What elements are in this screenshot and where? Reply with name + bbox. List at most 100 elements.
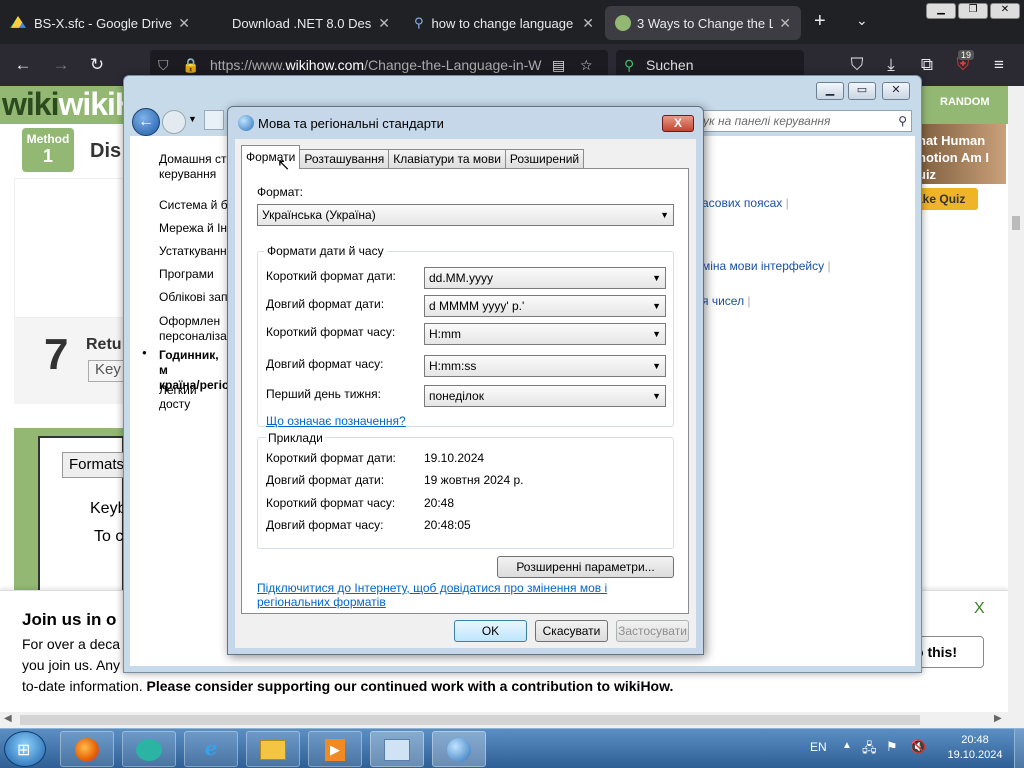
back-arrow-icon[interactable]: ←: [132, 108, 160, 136]
internet-help-link[interactable]: Підключитися до Інтернету, щоб довідатис…: [257, 581, 677, 609]
taskbar-explorer[interactable]: [246, 731, 300, 767]
menu-icon[interactable]: ≡: [986, 52, 1012, 78]
ok-button[interactable]: OK: [454, 620, 527, 642]
scrollbar-thumb[interactable]: [1012, 216, 1020, 230]
close-tab-icon[interactable]: ✕: [378, 15, 390, 32]
mouse-cursor-icon: ↖: [277, 157, 291, 174]
dropdown-arrow-icon: ▼: [652, 361, 661, 371]
current-item-bullet-icon: ●: [142, 348, 147, 357]
sidebar-item-network[interactable]: Мережа й Ін: [159, 221, 227, 235]
sidebar-item-home[interactable]: Домашня ст керування: [159, 152, 226, 182]
browser-tab-wikihow[interactable]: 3 Ways to Change the Lang ✕: [605, 6, 801, 40]
dialog-close-button[interactable]: X: [662, 115, 694, 132]
example-label: Довгий формат дати:: [266, 473, 385, 487]
extensions-icon[interactable]: ⧉: [914, 52, 940, 78]
sidebar-item-hardware[interactable]: Устаткуванн: [159, 244, 227, 258]
minimize-button[interactable]: ▁: [926, 3, 956, 19]
short-time-select[interactable]: H:mm ▼: [424, 323, 666, 345]
short-time-value: H:mm: [429, 327, 461, 341]
short-date-value: dd.MM.yyyy: [429, 271, 494, 285]
sidebar-item-system[interactable]: Система й б: [159, 198, 228, 212]
windows-logo-icon: ⊞: [17, 742, 31, 759]
show-desktop-button[interactable]: [1014, 729, 1024, 768]
taskbar-region-language[interactable]: [432, 731, 486, 767]
close-window-button[interactable]: ✕: [990, 3, 1020, 19]
forward-arrow-icon[interactable]: →: [48, 52, 74, 78]
browser-tab-google-drive[interactable]: BS-X.sfc - Google Drive ✕: [0, 6, 200, 40]
new-tab-icon[interactable]: +: [814, 10, 826, 33]
banner-close-button[interactable]: X: [974, 600, 985, 618]
taskbar-control-panel[interactable]: [370, 731, 424, 767]
cancel-button[interactable]: Скасувати: [535, 620, 608, 642]
browser-tab-search[interactable]: ⚲ how to change language o ✕: [404, 6, 604, 40]
random-link[interactable]: RANDOM: [940, 96, 990, 108]
control-panel-search-input[interactable]: ук на панелі керування ⚲: [698, 110, 912, 132]
language-indicator[interactable]: EN: [810, 740, 827, 754]
close-tab-icon[interactable]: ✕: [779, 15, 791, 32]
tab-location[interactable]: Розташування: [299, 149, 390, 169]
sidebar-item-appearance[interactable]: Оформлен персоналіза: [159, 314, 227, 344]
step-number: 7: [44, 330, 69, 379]
volume-muted-icon[interactable]: 🔇: [910, 739, 926, 755]
taskbar-media[interactable]: ▶: [308, 731, 362, 767]
horizontal-scrollbar[interactable]: ◀ ▶: [0, 712, 1024, 728]
action-center-flag-icon[interactable]: ⚑: [886, 739, 898, 755]
minimize-button[interactable]: ▁: [816, 82, 844, 100]
content-card: [14, 178, 124, 318]
format-select[interactable]: Українська (Україна) ▼: [257, 204, 674, 226]
format-value: Українська (Україна): [262, 208, 376, 222]
scrollbar-thumb[interactable]: [20, 715, 920, 725]
first-day-value: понеділок: [429, 389, 484, 403]
example-value: 19.10.2024: [424, 451, 485, 465]
group-title: Приклади: [266, 431, 325, 445]
taskbar-ie[interactable]: ℯ: [184, 731, 238, 767]
show-hidden-icons-icon[interactable]: ▲: [842, 740, 852, 751]
long-date-select[interactable]: d MMMM yyyy' р.' ▼: [424, 295, 666, 317]
notation-help-link[interactable]: Що означає позначення?: [266, 414, 406, 428]
start-button[interactable]: ⊞: [4, 731, 46, 767]
dropdown-arrow-icon: ▼: [652, 273, 661, 283]
reload-icon[interactable]: ↻: [84, 52, 110, 78]
first-day-select[interactable]: понеділок ▼: [424, 385, 666, 407]
example-value: 19 жовтня 2024 р.: [424, 473, 524, 487]
forward-arrow-icon[interactable]: [162, 110, 186, 134]
long-time-select[interactable]: H:mm:ss ▼: [424, 355, 666, 377]
clock-date: 19.10.2024: [947, 749, 1003, 761]
dialog-body: Формати Розташування Клавіатури та мови …: [235, 139, 696, 648]
folder-icon: [260, 739, 286, 760]
network-icon[interactable]: 🖧: [862, 739, 877, 761]
tab-list-chevron-icon[interactable]: ⌄: [856, 12, 868, 29]
dropdown-arrow-icon: ▼: [652, 391, 661, 401]
link-number-format[interactable]: я чисел |: [702, 294, 751, 308]
banner-text: to-date information.: [22, 678, 143, 694]
first-day-label: Перший день тижня:: [266, 387, 381, 401]
close-button[interactable]: ✕: [882, 82, 910, 100]
taskbar-firefox[interactable]: [60, 731, 114, 767]
sidebar-item-programs[interactable]: Програми: [159, 267, 214, 281]
long-date-label: Довгий формат дати:: [266, 297, 385, 311]
restore-button[interactable]: ❐: [958, 3, 988, 19]
close-tab-icon[interactable]: ✕: [178, 15, 190, 32]
taskbar-app[interactable]: [122, 731, 176, 767]
sidebar-item-accessibility[interactable]: Легкий досту: [159, 383, 230, 411]
tab-formats[interactable]: Формати: [241, 145, 301, 169]
sidebar-item-accounts[interactable]: Облікові зап: [159, 290, 227, 304]
scroll-left-icon[interactable]: ◀: [4, 713, 12, 724]
clock[interactable]: 20:48 19.10.2024: [940, 733, 1010, 763]
close-tab-icon[interactable]: ✕: [582, 15, 594, 32]
link-time-zones[interactable]: асових поясах |: [702, 196, 789, 210]
back-arrow-icon[interactable]: ←: [10, 52, 36, 78]
browser-tab-dotnet[interactable]: Download .NET 8.0 Desktop ✕: [200, 6, 400, 40]
search-icon: ⚲: [414, 15, 424, 30]
advanced-settings-button[interactable]: Розширенні параметри...: [497, 556, 674, 578]
method-heading: Dis: [90, 140, 122, 162]
apply-button[interactable]: Застосувати: [616, 620, 689, 642]
maximize-button[interactable]: ▭: [848, 82, 876, 100]
tab-keyboards-languages[interactable]: Клавіатури та мови: [388, 149, 506, 169]
tab-administrative[interactable]: Розширений: [504, 149, 585, 169]
short-date-select[interactable]: dd.MM.yyyy ▼: [424, 267, 666, 289]
link-display-language[interactable]: міна мови інтерфейсу |: [702, 259, 831, 273]
vertical-scrollbar[interactable]: [1008, 86, 1024, 712]
history-chevron-icon[interactable]: ▼: [188, 114, 197, 124]
scroll-right-icon[interactable]: ▶: [994, 713, 1002, 724]
